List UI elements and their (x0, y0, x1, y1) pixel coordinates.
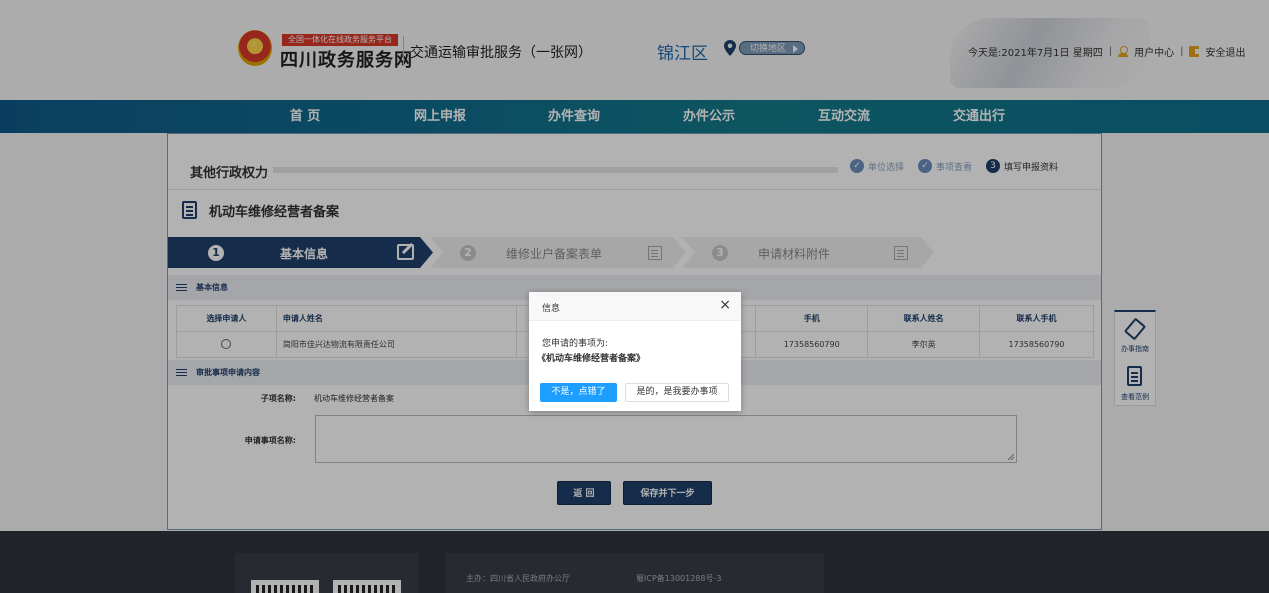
dialog-matter: 《机动车维修经营者备案》 (537, 354, 646, 364)
dialog-message: 您申请的事项为: (542, 339, 609, 349)
dialog-header: 信息 × (529, 292, 741, 321)
dialog-title: 信息 (542, 304, 561, 314)
not-this-button[interactable]: 不是，点错了 (540, 383, 617, 402)
confirm-matter-button[interactable]: 是的，是我要办事项 (625, 383, 729, 402)
close-icon[interactable]: × (719, 298, 731, 312)
confirm-dialog: 信息 × 您申请的事项为: 《机动车维修经营者备案》 不是，点错了 是的，是我要… (529, 292, 741, 411)
